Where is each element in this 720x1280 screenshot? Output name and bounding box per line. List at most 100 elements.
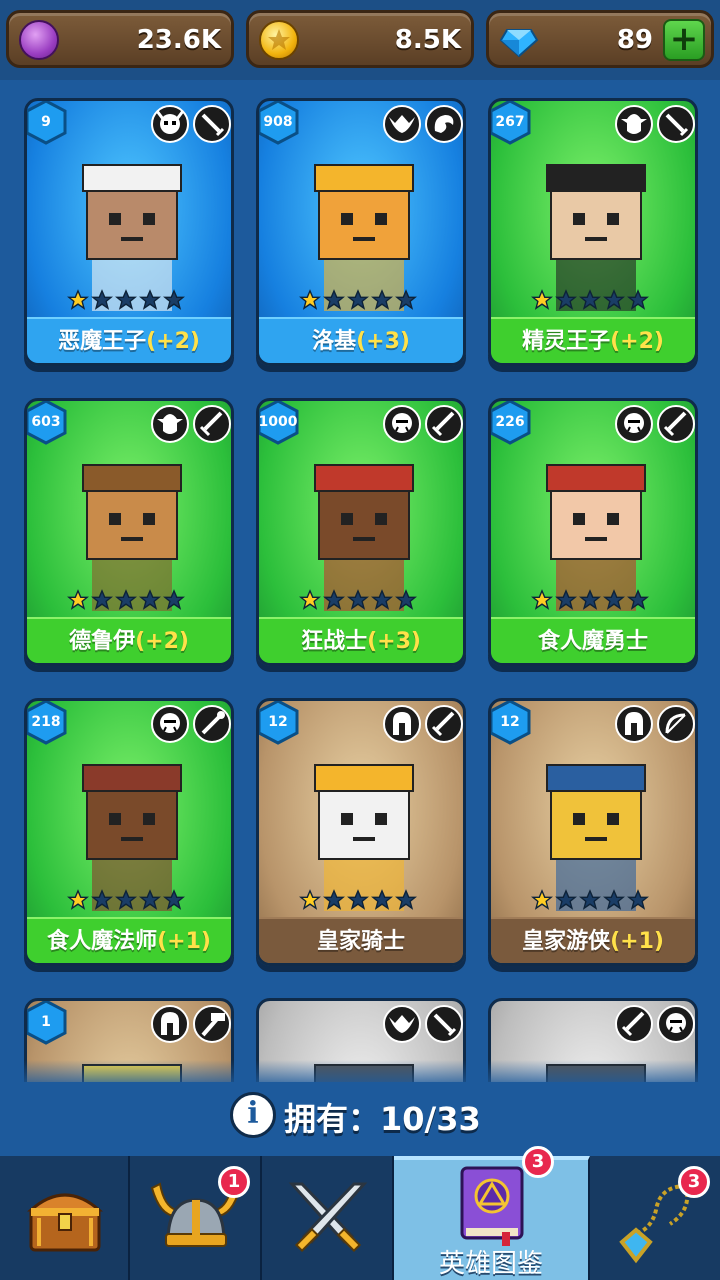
demon-skull-icon [151, 105, 189, 143]
hero-level-badge: 1000 [259, 401, 301, 445]
hero-name: 洛基 [312, 329, 357, 354]
hero-bonus: (+2) [135, 629, 189, 654]
hero-portrait [511, 131, 681, 311]
hero-level: 267 [495, 114, 525, 130]
hero-name: 恶魔王子 [58, 329, 147, 354]
hero-portrait [47, 431, 217, 611]
hero-level-badge: 603 [27, 401, 69, 445]
crossed-swords-icon [288, 1182, 368, 1253]
hero-star-rating [67, 589, 185, 613]
hero-level-badge: 1 [27, 1001, 69, 1045]
elf-icon [151, 405, 189, 443]
hero-level: 12 [500, 714, 520, 730]
winged-emblem-icon [383, 105, 421, 143]
tab-helmet[interactable]: 1 [130, 1156, 262, 1280]
hero-level: 908 [263, 114, 293, 130]
tab-chest[interactable] [0, 1156, 130, 1280]
helmet-icon [615, 705, 653, 743]
hero-card[interactable]: 12 皇家游侠(+1) [488, 698, 698, 966]
hero-card[interactable]: 226 食人魔勇士 [488, 398, 698, 666]
hero-portrait [47, 131, 217, 311]
sword-icon [425, 705, 463, 743]
hero-star-rating [299, 889, 417, 913]
hero-name: 食人魔勇士 [537, 629, 648, 654]
purple-coin-icon [19, 20, 59, 60]
gem-currency[interactable]: 89 + [486, 10, 714, 68]
helmet-icon [151, 1005, 189, 1043]
purple-currency-value: 23.6K [136, 25, 221, 55]
tab-hero-codex[interactable]: 3 英雄图鉴 [394, 1146, 590, 1280]
orc-icon [615, 405, 653, 443]
hero-name-bar: 恶魔王子(+2) [27, 317, 231, 363]
hero-star-rating [531, 289, 649, 313]
purple-currency[interactable]: 23.6K [6, 10, 234, 68]
hero-bonus: (+3) [356, 329, 410, 354]
hammer-icon [193, 1005, 231, 1043]
amulet-tab-badge: 3 [678, 1166, 710, 1198]
hero-level-badge: 12 [259, 701, 301, 745]
hero-level: 9 [41, 114, 51, 130]
hero-star-rating [531, 889, 649, 913]
hero-name: 德鲁伊 [69, 629, 136, 654]
hero-card[interactable]: 9 恶魔王子(+2) [24, 98, 234, 366]
orc-icon [151, 705, 189, 743]
hero-star-rating [67, 889, 185, 913]
hero-level: 226 [495, 414, 525, 430]
hero-level-badge: 218 [27, 701, 69, 745]
hero-name-bar: 狂战士(+3) [259, 617, 463, 663]
hero-card[interactable]: 218 食人魔法师(+1) [24, 698, 234, 966]
info-icon[interactable]: i [230, 1092, 276, 1138]
treasure-chest-icon [27, 1193, 103, 1252]
gem-icon [499, 20, 539, 60]
hero-bonus: (+3) [367, 629, 421, 654]
hero-level-badge: 908 [259, 101, 301, 145]
elf-icon [615, 105, 653, 143]
sword-icon [657, 405, 695, 443]
orc-icon [383, 405, 421, 443]
hero-name-bar: 食人魔法师(+1) [27, 917, 231, 963]
hero-bonus: (+1) [157, 929, 211, 954]
dagger-icon [657, 105, 695, 143]
gold-coin-icon [259, 20, 299, 60]
tab-amulet[interactable]: 3 [590, 1156, 720, 1280]
hero-portrait [47, 731, 217, 911]
owned-counter: i 拥有：10/33 [0, 1082, 720, 1148]
hero-card[interactable]: 12 皇家骑士 [256, 698, 466, 966]
dragon-icon [425, 105, 463, 143]
gold-currency[interactable]: 8.5K [246, 10, 474, 68]
hero-name: 精灵王子 [522, 329, 611, 354]
owned-value: 10/33 [380, 1100, 481, 1138]
tab-battle[interactable] [262, 1156, 394, 1280]
hero-level: 603 [31, 414, 61, 430]
add-gems-button[interactable]: + [663, 19, 705, 61]
codex-tab-badge: 3 [522, 1146, 554, 1178]
winged-emblem-icon [383, 1005, 421, 1043]
hero-name-bar: 皇家骑士 [259, 917, 463, 963]
hero-name: 食人魔法师 [47, 929, 158, 954]
currency-bar: 23.6K 8.5K 89 + [0, 0, 720, 80]
hero-level-badge: 226 [491, 401, 533, 445]
hero-bonus: (+2) [610, 329, 664, 354]
hero-name-bar: 洛基(+3) [259, 317, 463, 363]
dagger-icon [425, 1005, 463, 1043]
hero-card[interactable]: 1000 狂战士(+3) [256, 398, 466, 666]
dagger-icon [193, 105, 231, 143]
hero-star-rating [299, 589, 417, 613]
gem-currency-value: 89 [616, 25, 653, 55]
hero-card[interactable]: 908 洛基(+3) [256, 98, 466, 366]
hero-bonus: (+1) [610, 929, 664, 954]
hero-portrait [511, 431, 681, 611]
hero-portrait [511, 731, 681, 911]
hero-level-badge: 9 [27, 101, 69, 145]
hero-star-rating [531, 589, 649, 613]
hero-card[interactable]: 603 德鲁伊(+2) [24, 398, 234, 666]
hero-bonus: (+2) [146, 329, 200, 354]
hero-card[interactable]: 267 精灵王子(+2) [488, 98, 698, 366]
spellbook-icon [460, 1166, 524, 1246]
hero-name-bar: 精灵王子(+2) [491, 317, 695, 363]
hero-name: 狂战士 [301, 629, 368, 654]
hero-level: 218 [31, 714, 61, 730]
hero-level-badge: 12 [491, 701, 533, 745]
bow-icon [657, 705, 695, 743]
hero-portrait [279, 431, 449, 611]
